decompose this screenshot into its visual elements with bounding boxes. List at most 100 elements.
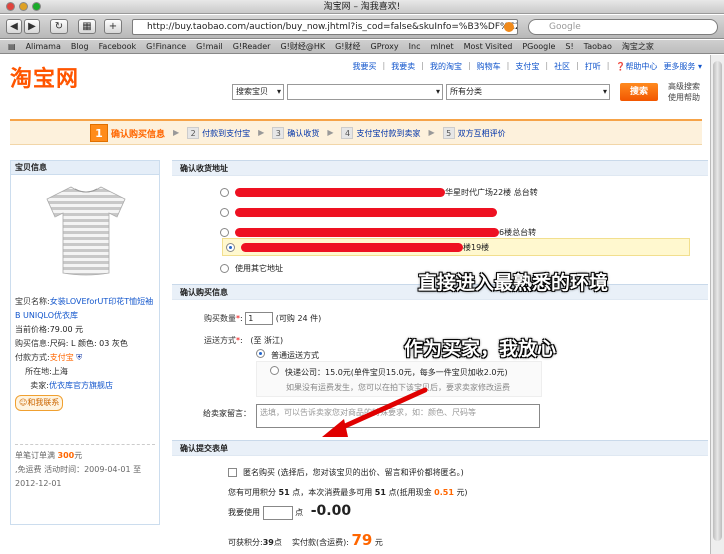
bookmark-item[interactable]: G!Reader xyxy=(233,42,271,51)
address-radio[interactable] xyxy=(220,227,229,237)
help-icon: ❓ xyxy=(615,62,626,71)
snapback-button[interactable]: ▦ xyxy=(78,19,96,34)
browser-search-input[interactable]: Google xyxy=(528,19,718,35)
product-details: 宝贝名称:女装LOVEforUT印花T恤短袖B UNIQLO优衣库 当前价格:7… xyxy=(15,295,157,411)
url-text: http://buy.taobao.com/auction/buy_now.jh… xyxy=(147,22,518,32)
shipping-radio[interactable] xyxy=(256,349,265,358)
address-radio[interactable] xyxy=(220,187,229,197)
product-attrs: 尺码: L 颜色: 03 灰色 xyxy=(49,339,128,348)
shipping-radio[interactable] xyxy=(270,366,279,375)
annotation-arrow xyxy=(322,387,428,437)
nav-link[interactable]: 支付宝 xyxy=(515,61,539,72)
more-services-link[interactable]: 更多服务 ▾ xyxy=(663,61,702,72)
points-summary: 您有可用积分 51 点，本次消费最多可用 51 点(抵用现金 0.51 元) xyxy=(228,488,468,497)
bookmark-item[interactable]: G!财经@HK xyxy=(280,41,325,52)
search-placeholder: Google xyxy=(549,22,581,32)
step-arrow-icon: ▶ xyxy=(327,128,334,137)
address-option[interactable]: 华星时代广场22楼 总台转 xyxy=(220,183,690,201)
points-deduction: -0.00 xyxy=(310,503,352,519)
total-amount: 79 xyxy=(351,531,373,549)
nav-link[interactable]: 我要买 xyxy=(353,61,377,72)
message-label: 给卖家留言： xyxy=(203,409,251,418)
shield-icon: ⛨ xyxy=(76,353,83,362)
page-scrollbar[interactable] xyxy=(710,55,724,554)
rss-icon[interactable] xyxy=(504,22,514,32)
bookmark-item[interactable]: GProxy xyxy=(371,42,399,51)
product-info-panel: 宝贝信息 宝贝名称:女装LOVEforUT印花T恤短袖B UNIQLO优衣库 当… xyxy=(10,160,160,525)
address-option[interactable] xyxy=(220,203,690,221)
points-input[interactable] xyxy=(262,505,293,520)
address-section-header: 确认收货地址 xyxy=(172,160,708,176)
redacted-text xyxy=(235,187,445,197)
nav-link[interactable]: 我要卖 xyxy=(391,61,415,72)
anonymous-checkbox[interactable] xyxy=(228,468,237,477)
bookmark-item[interactable]: PGoogle xyxy=(522,42,555,51)
window-titlebar: 淘宝网 – 淘我喜欢! xyxy=(0,0,724,14)
bookmark-item[interactable]: G!Finance xyxy=(146,42,186,51)
address-bar[interactable]: http://buy.taobao.com/auction/buy_now.jh… xyxy=(132,19,518,35)
browser-toolbar: ◀ ▶ ↻ ▦ + http://buy.taobao.com/auction/… xyxy=(0,15,724,39)
address-radio[interactable] xyxy=(220,207,229,217)
bookmark-item[interactable]: Most Visited xyxy=(464,42,513,51)
back-button[interactable]: ◀ xyxy=(6,19,22,34)
anonymous-row: 匿名购买 (选择后，您对该宝贝的出价、留言和评价都将匿名。) xyxy=(228,467,464,478)
shipping-row: 运送方式*: (至 浙江) xyxy=(204,336,284,345)
window-title: 淘宝网 – 淘我喜欢! xyxy=(323,2,401,12)
zoom-window-button[interactable] xyxy=(32,2,41,11)
advanced-search-link[interactable]: 高级搜索 xyxy=(668,81,700,92)
address-radio[interactable] xyxy=(220,263,229,273)
forward-button[interactable]: ▶ xyxy=(24,19,40,34)
nav-link[interactable]: 打听 xyxy=(585,61,601,72)
quantity-input[interactable]: 1 xyxy=(245,312,274,325)
nav-link[interactable]: 购物车 xyxy=(477,61,501,72)
nav-link[interactable]: 社区 xyxy=(554,61,570,72)
redacted-text xyxy=(241,242,463,252)
divider xyxy=(15,444,155,445)
close-window-button[interactable] xyxy=(6,2,15,11)
bookmark-item[interactable]: Facebook xyxy=(99,42,137,51)
step-3: 3 确认收货 xyxy=(272,126,319,139)
search-button[interactable]: 搜索 xyxy=(620,83,658,101)
site-search-input[interactable] xyxy=(287,84,443,100)
category-select[interactable]: 所有分类 xyxy=(446,84,610,100)
submit-section-header: 确认提交表单 xyxy=(172,440,708,456)
product-price: 79.00 元 xyxy=(49,325,84,334)
add-bookmark-button[interactable]: + xyxy=(104,19,122,34)
minimize-window-button[interactable] xyxy=(19,2,28,11)
bookmark-item[interactable]: G!财经 xyxy=(335,41,360,52)
bookmark-item[interactable]: Blog xyxy=(71,42,89,51)
redacted-text xyxy=(235,227,499,237)
reload-button[interactable]: ↻ xyxy=(50,19,68,34)
shipping-option-normal[interactable]: 普通运送方式 xyxy=(256,349,319,361)
help-center-link[interactable]: ❓帮助中心 xyxy=(615,61,657,72)
address-option-selected[interactable]: 楼19楼 xyxy=(222,238,690,256)
bookmark-item[interactable]: Alimama xyxy=(26,42,61,51)
address-radio[interactable] xyxy=(226,242,235,252)
bookmark-item[interactable]: S! xyxy=(565,42,573,51)
nav-link[interactable]: 我的淘宝 xyxy=(430,61,462,72)
contact-seller-button[interactable]: ☺和我联系 xyxy=(15,395,64,411)
scrollbar-thumb[interactable] xyxy=(713,61,722,541)
bookmark-item[interactable]: Inc xyxy=(409,42,421,51)
product-image[interactable] xyxy=(41,183,131,278)
bookmarks-bar: ▤ Alimama Blog Facebook G!Finance G!mail… xyxy=(0,40,724,54)
search-type-select[interactable]: 搜索宝贝 xyxy=(232,84,284,100)
bookmark-item[interactable]: Taobao xyxy=(584,42,612,51)
product-info-header: 宝贝信息 xyxy=(11,161,159,175)
step-1: 1 确认购买信息 xyxy=(90,123,165,142)
help-link[interactable]: 使用帮助 xyxy=(668,92,700,103)
shipping-option-express[interactable]: 快递公司：15.0元(单件宝贝15.0元，每多一件宝贝加收2.0元) xyxy=(270,366,508,378)
chevron-down-icon: ▾ xyxy=(697,62,702,71)
bookmark-item[interactable]: G!mail xyxy=(196,42,223,51)
earned-points: 39 xyxy=(262,538,274,547)
bookmarks-icon[interactable]: ▤ xyxy=(8,42,16,51)
redacted-text xyxy=(235,207,497,217)
taobao-logo[interactable]: 淘宝网 xyxy=(10,61,79,93)
web-page: 淘宝网 我要买 | 我要卖 | 我的淘宝 | 购物车 | 支付宝 | 社区 | 打听 | ❓帮… xyxy=(0,55,710,554)
bookmark-item[interactable]: mlnet xyxy=(430,42,453,51)
seller-link[interactable]: 优衣库官方旗舰店 xyxy=(49,381,113,390)
adv-links: 高级搜索 使用帮助 xyxy=(668,81,700,103)
annotation-text-1: 直接进入最熟悉的环境 xyxy=(418,272,609,294)
bookmark-item[interactable]: 淘宝之家 xyxy=(622,41,654,52)
step-4: 4 支付宝付款到卖家 xyxy=(341,126,420,139)
